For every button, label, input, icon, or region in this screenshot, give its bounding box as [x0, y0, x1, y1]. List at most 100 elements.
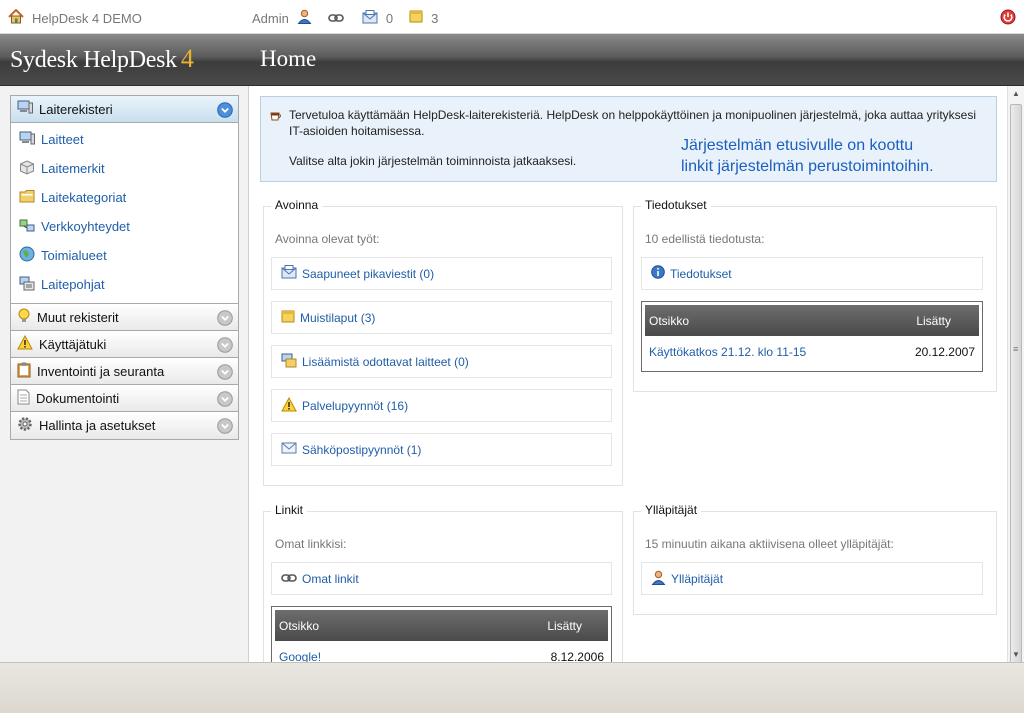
- inbox-icon: [281, 265, 297, 282]
- chain-link-icon[interactable]: [328, 11, 344, 26]
- status-bar: [0, 662, 1024, 713]
- link-label: Saapuneet pikaviestit (0): [302, 266, 435, 281]
- scroll-grip-icon: ≡: [1013, 344, 1019, 354]
- scroll-down-icon[interactable]: ▼: [1012, 650, 1020, 659]
- chevron-down-icon[interactable]: [217, 337, 233, 356]
- link-label: Omat linkit: [302, 571, 359, 586]
- col-otsikko[interactable]: Otsikko: [279, 619, 319, 633]
- link-muistilaput[interactable]: Muistilaput (3): [271, 301, 612, 334]
- home-icon[interactable]: [8, 8, 24, 27]
- panel-tiedotukset: Tiedotukset 10 edellistä tiedotusta: Tie…: [633, 198, 997, 392]
- link-palvelupyynnot[interactable]: Palvelupyynnöt (16): [271, 389, 612, 422]
- chevron-down-icon[interactable]: [217, 364, 233, 383]
- sidebar-nav: Laiterekisteri Laitteet Laitemerkit Lait…: [10, 95, 239, 440]
- callout-line-2: linkit järjestelmän perustoimintoihin.: [681, 158, 934, 175]
- panel-yllapitajat: Ylläpitäjät 15 minuutin aikana aktiivise…: [633, 503, 997, 615]
- app-brand[interactable]: HelpDesk 4 DEMO: [8, 8, 142, 27]
- link-label: Tiedotukset: [670, 266, 732, 281]
- sidebar-item-label: Toimialueet: [41, 248, 107, 263]
- link-label: Palvelupyynnöt (16): [302, 398, 409, 413]
- header-band: Sydesk HelpDesk 4 Home: [0, 34, 1024, 86]
- logout-button[interactable]: [1000, 9, 1016, 28]
- announcements-table: Otsikko Lisätty Käyttökatkos 21.12. klo …: [641, 301, 983, 372]
- sidebar-item-label: Laitemerkit: [41, 161, 105, 176]
- scroll-up-icon[interactable]: ▲: [1012, 89, 1020, 98]
- pending-devices-icon: [281, 353, 297, 371]
- chevron-down-icon[interactable]: [217, 418, 233, 437]
- link-tiedotukset[interactable]: Tiedotukset: [641, 257, 983, 290]
- sidebar-section-kayttajatuki[interactable]: Käyttäjätuki: [11, 331, 238, 358]
- app-title: HelpDesk 4 DEMO: [32, 10, 142, 26]
- user-area: Admin 0 3: [252, 9, 438, 27]
- sidebar-section-label: Dokumentointi: [36, 390, 120, 406]
- inbox-icon[interactable]: [362, 9, 378, 27]
- sidebar-links: Laitteet Laitemerkit Laitekategoriat Ver…: [11, 123, 238, 304]
- sidebar-section-label: Muut rekisterit: [37, 309, 119, 325]
- col-lisatty[interactable]: Lisätty: [916, 314, 951, 328]
- link-yllapitajat[interactable]: Ylläpitäjät: [641, 562, 983, 595]
- panel-title: Tiedotukset: [641, 198, 711, 212]
- panel-title: Linkit: [271, 503, 308, 517]
- coffee-cup-icon: [269, 109, 283, 126]
- link-sahkopostipyynnot[interactable]: Sähköpostipyynnöt (1): [271, 433, 612, 466]
- brand-cube-icon: [19, 159, 35, 178]
- clipboard-icon: [17, 362, 31, 381]
- sidebar-section-hallinta[interactable]: Hallinta ja asetukset: [11, 412, 238, 439]
- notes-count[interactable]: 3: [431, 11, 438, 26]
- sticky-note-icon[interactable]: [409, 10, 423, 26]
- chevron-down-icon[interactable]: [217, 391, 233, 410]
- sidebar-item-verkkoyhteydet[interactable]: Verkkoyhteydet: [11, 212, 238, 241]
- user-icon[interactable]: [297, 9, 312, 27]
- sidebar-item-label: Laitepohjat: [41, 277, 105, 292]
- panel-subtitle: Avoinna olevat työt:: [275, 232, 380, 246]
- col-lisatty[interactable]: Lisätty: [547, 619, 582, 633]
- panel-subtitle: 10 edellistä tiedotusta:: [645, 232, 765, 246]
- link-label: Lisäämistä odottavat laitteet (0): [302, 354, 469, 369]
- sidebar-item-laitekategoriat[interactable]: Laitekategoriat: [11, 183, 238, 212]
- panel-avoinna: Avoinna Avoinna olevat työt: Saapuneet p…: [263, 198, 623, 486]
- sidebar-item-laitepohjat[interactable]: Laitepohjat: [11, 270, 238, 299]
- col-otsikko[interactable]: Otsikko: [649, 314, 689, 328]
- chevron-down-icon[interactable]: [217, 310, 233, 329]
- sidebar-item-toimialueet[interactable]: Toimialueet: [11, 241, 238, 270]
- power-icon[interactable]: [1000, 9, 1016, 28]
- computer-icon: [17, 100, 33, 118]
- callout-annotation: Järjestelmän etusivulle on koottu linkit…: [681, 135, 934, 177]
- warning-icon: [17, 334, 33, 353]
- globe-icon: [19, 246, 35, 265]
- logo-version: 4: [180, 44, 194, 73]
- sidebar-section-label: Hallinta ja asetukset: [39, 418, 156, 433]
- link-saapuneet-pikaviestit[interactable]: Saapuneet pikaviestit (0): [271, 257, 612, 290]
- sidebar-item-laitteet[interactable]: Laitteet: [11, 125, 238, 154]
- sidebar: Laiterekisteri Laitteet Laitemerkit Lait…: [0, 86, 249, 662]
- document-icon: [17, 389, 30, 408]
- scroll-thumb[interactable]: [1010, 104, 1022, 682]
- sidebar-section-laiterekisteri[interactable]: Laiterekisteri: [11, 96, 238, 123]
- user-name[interactable]: Admin: [252, 11, 289, 26]
- vertical-scrollbar[interactable]: ▲ ≡ ▼: [1007, 86, 1024, 682]
- sidebar-item-label: Verkkoyhteydet: [41, 219, 130, 234]
- info-icon: [651, 265, 665, 282]
- panel-subtitle: 15 minuutin aikana aktiivisena olleet yl…: [645, 537, 894, 551]
- main-content: Tervetuloa käyttämään HelpDesk-laitereki…: [250, 86, 1007, 662]
- announcement-date: 20.12.2007: [914, 345, 975, 359]
- link-lisaamista-odottavat-laitteet[interactable]: Lisäämistä odottavat laitteet (0): [271, 345, 612, 378]
- announcement-link[interactable]: Käyttökatkos 21.12. klo 11-15: [649, 345, 806, 359]
- sidebar-section-label: Laiterekisteri: [39, 101, 113, 117]
- messages-count[interactable]: 0: [386, 11, 393, 26]
- chevron-up-icon[interactable]: [217, 102, 233, 121]
- link-omat-linkit[interactable]: Omat linkit: [271, 562, 612, 595]
- sidebar-item-label: Laitekategoriat: [41, 190, 127, 205]
- table-header: Otsikko Lisätty: [645, 305, 979, 336]
- link-label: Muistilaput (3): [300, 310, 376, 325]
- lightbulb-icon: [17, 308, 31, 327]
- sidebar-section-dokumentointi[interactable]: Dokumentointi: [11, 385, 238, 412]
- chain-link-icon: [281, 572, 297, 586]
- sidebar-item-laitemerkit[interactable]: Laitemerkit: [11, 154, 238, 183]
- sidebar-section-muut-rekisterit[interactable]: Muut rekisterit: [11, 304, 238, 331]
- sidebar-item-label: Laitteet: [41, 132, 84, 147]
- panel-title: Ylläpitäjät: [641, 503, 702, 517]
- logo[interactable]: Sydesk HelpDesk 4: [10, 44, 194, 74]
- sidebar-section-inventointi[interactable]: Inventointi ja seuranta: [11, 358, 238, 385]
- link-google[interactable]: Google!: [279, 650, 321, 662]
